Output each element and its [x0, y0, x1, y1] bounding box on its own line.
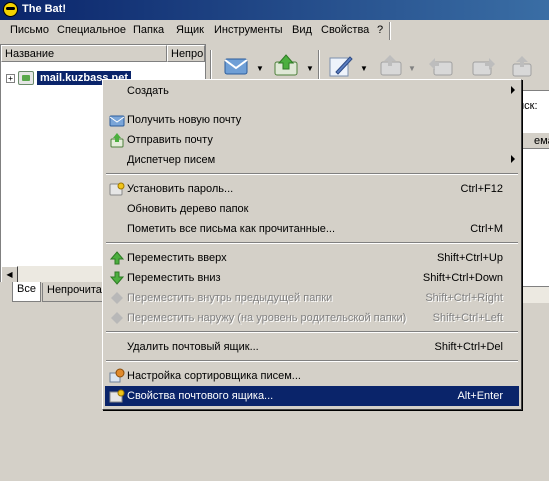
scroll-left-icon[interactable]: ◀ [1, 266, 18, 283]
send-mail-icon [110, 133, 124, 148]
redirect-icon [512, 56, 532, 77]
column-name-header[interactable]: Название [1, 45, 167, 62]
right-scrollbar-strip[interactable] [520, 286, 549, 303]
menu-item-get-mail[interactable]: Получить новую почту [105, 110, 519, 130]
submenu-arrow-icon [511, 155, 515, 163]
new-message-dropdown-icon[interactable]: ▼ [360, 64, 368, 73]
arrow-up-icon [109, 251, 125, 265]
menu-folder[interactable]: Папка [133, 24, 164, 36]
submenu-arrow-icon [511, 86, 515, 94]
menu-help[interactable]: ? [377, 24, 383, 36]
menu-bar: Письмо Специальное Папка Ящик Инструмент… [0, 20, 549, 42]
send-mail-icon[interactable] [272, 52, 300, 80]
menu-separator [389, 22, 391, 40]
toolbar-separator [210, 50, 212, 82]
forward-icon [472, 58, 495, 76]
menu-properties[interactable]: Свойства [321, 24, 369, 36]
menu-item-create[interactable]: Создать [105, 81, 519, 101]
context-menu: Создать Получить новую почту Отправить п… [102, 79, 522, 410]
menu-tools[interactable]: Инструменты [214, 24, 283, 36]
menu-item-mailbox-properties[interactable]: Свойства почтового ящика... Alt+Enter [105, 386, 519, 406]
sorter-icon [109, 368, 125, 383]
reply-icon [380, 55, 402, 76]
menu-item-mail-dispatcher[interactable]: Диспетчер писем [105, 150, 519, 170]
window-title: The Bat! [22, 3, 66, 15]
reply-dropdown-icon: ▼ [408, 64, 416, 73]
menu-mailbox[interactable]: Ящик [176, 24, 204, 36]
move-out-icon [111, 312, 123, 324]
get-mail-dropdown-icon[interactable]: ▼ [256, 64, 264, 73]
title-bar: The Bat! [0, 0, 549, 20]
arrow-down-icon [109, 271, 125, 285]
menu-item-refresh-tree[interactable]: Обновить дерево папок [105, 199, 519, 219]
app-bat-icon [3, 2, 18, 17]
menu-item-sorter-settings[interactable]: Настройка сортировщика писем... [105, 366, 519, 386]
password-icon [109, 182, 125, 196]
menu-item-move-out: Переместить наружу (на уровень родительс… [105, 308, 519, 328]
send-mail-dropdown-icon[interactable]: ▼ [306, 64, 314, 73]
menu-letter[interactable]: Письмо [10, 24, 49, 36]
menu-item-set-password[interactable]: Установить пароль... Ctrl+F12 [105, 179, 519, 199]
get-mail-icon[interactable] [222, 52, 250, 80]
menu-special[interactable]: Специальное [57, 24, 126, 36]
menu-item-move-down[interactable]: Переместить вниз Shift+Ctrl+Down [105, 268, 519, 288]
menu-separator [106, 331, 518, 333]
menu-item-send-mail[interactable]: Отправить почту [105, 130, 519, 150]
menu-separator [106, 360, 518, 362]
menu-separator [106, 173, 518, 175]
menu-separator [106, 242, 518, 244]
column-unread-header[interactable]: Непро... [167, 45, 205, 62]
menu-item-move-into-previous: Переместить внутрь предыдущей папки Shif… [105, 288, 519, 308]
move-in-icon [111, 292, 123, 304]
menu-item-mark-all-read[interactable]: Пометить все письма как прочитанные... C… [105, 219, 519, 239]
menu-view[interactable]: Вид [292, 24, 312, 36]
toolbar-separator [318, 50, 320, 82]
expand-plus-icon[interactable]: + [6, 74, 15, 83]
menu-item-delete-mailbox[interactable]: Удалить почтовый ящик... Shift+Ctrl+Del [105, 337, 519, 357]
column-subject-header[interactable]: ема [520, 132, 549, 149]
tab-all[interactable]: Все [12, 282, 41, 302]
mailbox-icon [18, 71, 34, 85]
new-message-icon[interactable] [326, 52, 354, 80]
reply-all-icon [429, 58, 453, 76]
menu-item-move-up[interactable]: Переместить вверх Shift+Ctrl+Up [105, 248, 519, 268]
receive-mail-icon [109, 115, 125, 127]
properties-icon [109, 389, 125, 403]
